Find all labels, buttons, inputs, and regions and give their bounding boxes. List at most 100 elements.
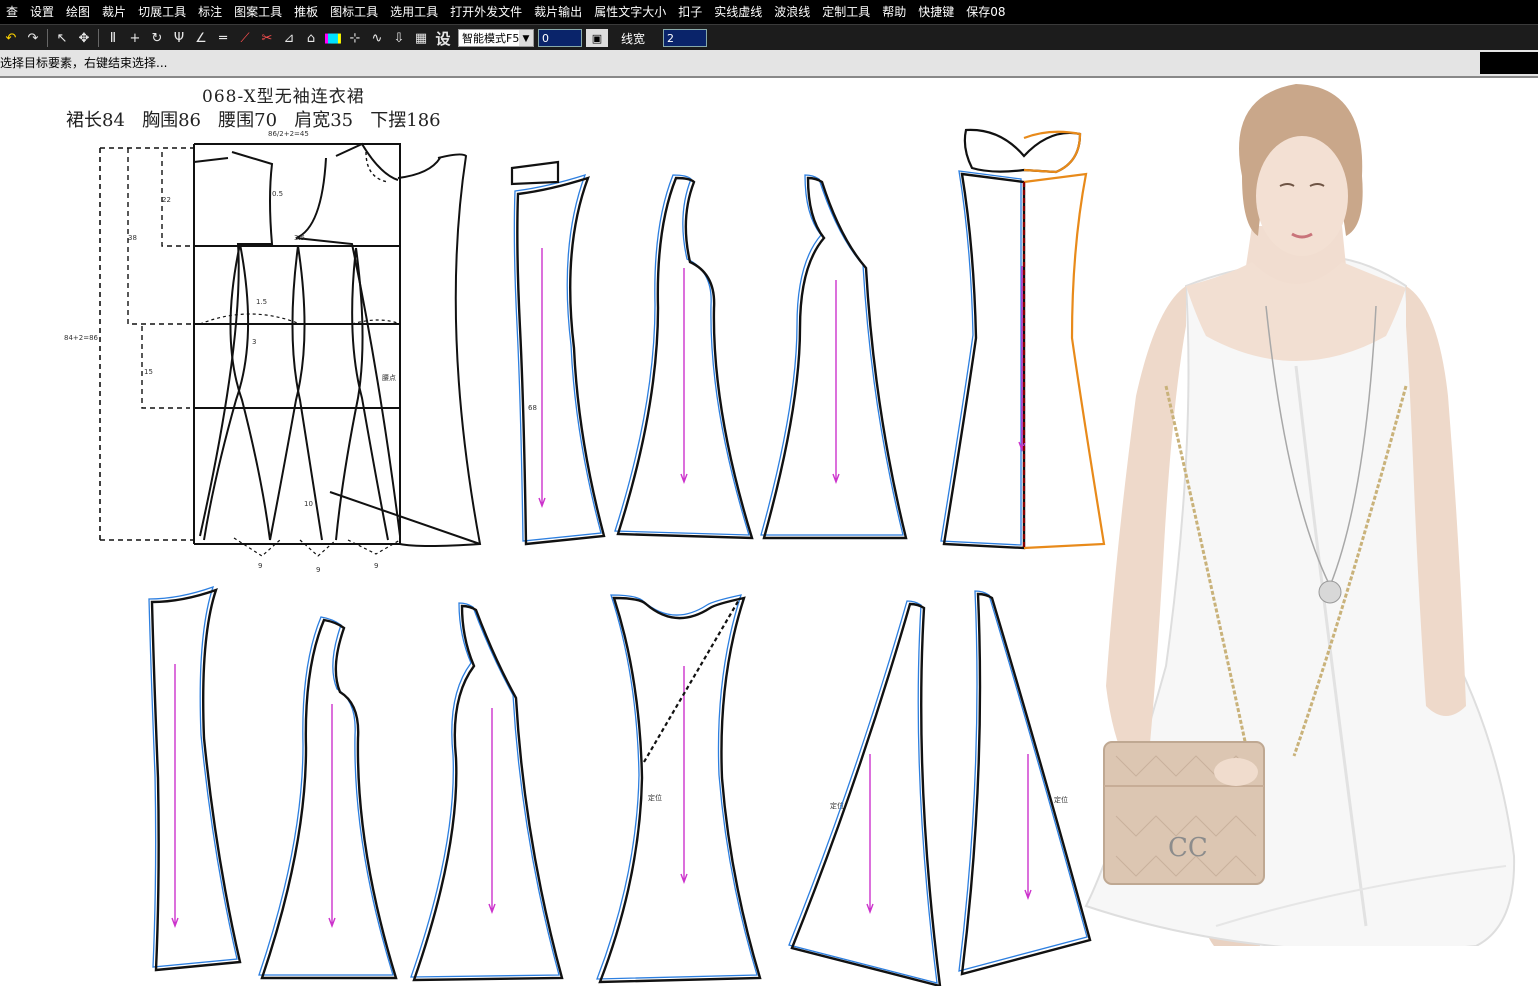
select-arrow-icon[interactable]: ↖ xyxy=(52,28,72,48)
draft-flare-panel xyxy=(329,153,482,547)
seam-allowance-line xyxy=(614,174,750,536)
mode-select-value: 智能模式F5 xyxy=(462,32,520,45)
pick-icon[interactable]: ▣ xyxy=(586,29,608,47)
fork-icon[interactable]: Ψ xyxy=(169,28,189,48)
draft-drawing xyxy=(99,142,482,557)
svg-text:CC: CC xyxy=(1168,833,1208,863)
draft-annotation: 9 xyxy=(316,566,320,574)
draft-dart-1 xyxy=(203,243,271,541)
pattern-pieces xyxy=(148,128,1106,986)
draft-annotation: 68 xyxy=(528,404,537,412)
menu-item-14[interactable]: 实线虚线 xyxy=(708,0,768,24)
redo-icon[interactable]: ↷ xyxy=(23,28,43,48)
rotate-icon[interactable]: ↻ xyxy=(147,28,167,48)
line-width-label: 线宽 xyxy=(621,31,646,46)
undo-icon[interactable]: ↶ xyxy=(1,28,21,48)
angle-icon[interactable]: ∠ xyxy=(191,28,211,48)
text-icon[interactable]: Ⅱ xyxy=(103,28,123,48)
menu-item-12[interactable]: 属性文字大小 xyxy=(588,0,672,24)
status-hint: 选择目标要素，右键结束选择... xyxy=(0,56,168,70)
menu-item-10[interactable]: 打开外发文件 xyxy=(444,0,528,24)
menu-bar: 查设置 绘图 裁片 切展工具 标注 图案工具 推板 图标工具 选用工具 打开外发文件 裁片输出 属性文… xyxy=(0,0,1538,24)
toolbar-separator xyxy=(47,29,48,47)
drawing-canvas[interactable]: 068-X型无袖连衣裙 裙长84 胸围86 腰围70 肩宽35 下摆186 86… xyxy=(0,78,1538,986)
toolbar-icons: ↶ ↷ ↖ ✥ Ⅱ + ↻ Ψ ∠ ═ ⟋ ✂ ⊿ ⌂ ■ ⊹ ∿ ⇩ ▦ xyxy=(0,28,432,48)
menu-item-16[interactable]: 定制工具 xyxy=(816,0,876,24)
mirror-icon[interactable]: ⟋ xyxy=(235,28,255,48)
menu-item-6[interactable]: 图案工具 xyxy=(228,0,288,24)
menu-item-9[interactable]: 选用工具 xyxy=(384,0,444,24)
menu-item-3[interactable]: 裁片 xyxy=(96,0,132,24)
parallel-icon[interactable]: ═ xyxy=(213,28,233,48)
toolbar-separator xyxy=(98,29,99,47)
draft-annotation: 84+2=86 xyxy=(64,334,99,342)
pattern-piece-9[interactable] xyxy=(790,602,942,986)
grainline-arrow xyxy=(488,708,496,914)
model-photo: CC xyxy=(1046,66,1538,946)
chevron-down-icon[interactable]: ▼ xyxy=(519,30,533,46)
arrow-down-icon[interactable]: ⇩ xyxy=(389,28,409,48)
draft-annotation: 定位 xyxy=(648,793,662,802)
menu-item-13[interactable]: 扣子 xyxy=(672,0,708,24)
grainline-arrow xyxy=(680,666,688,884)
menu-item-19[interactable]: 保存08 xyxy=(960,0,1011,24)
pattern-piece-4[interactable] xyxy=(942,172,1026,550)
draft-hip-frame xyxy=(141,326,190,409)
seam-allowance-line xyxy=(513,173,602,542)
grainline-arrow xyxy=(832,280,840,484)
seam-allowance-line xyxy=(148,585,238,968)
pattern-piece-7[interactable] xyxy=(412,604,564,982)
line-width-field[interactable]: 2 xyxy=(663,29,707,47)
hanger-icon[interactable]: ⌂ xyxy=(301,28,321,48)
pattern-piece-2[interactable] xyxy=(616,176,754,540)
seam-allowance-line xyxy=(788,600,938,984)
menu-item-17[interactable]: 帮助 xyxy=(876,0,912,24)
curve-icon[interactable]: ∿ xyxy=(367,28,387,48)
menu-item-15[interactable]: 波浪线 xyxy=(768,0,816,24)
draft-hem-dashes xyxy=(233,537,401,557)
menu-item-1[interactable]: 设置 xyxy=(24,0,60,24)
draft-annotation: 15 xyxy=(144,368,153,376)
image-icon[interactable]: ▦ xyxy=(411,28,431,48)
menu-item-8[interactable]: 图标工具 xyxy=(324,0,384,24)
draft-dart-2 xyxy=(269,245,323,541)
menu-item-4[interactable]: 切展工具 xyxy=(132,0,192,24)
mode-select[interactable]: 智能模式F5 ▼ xyxy=(458,29,534,47)
crosshair-icon[interactable]: + xyxy=(125,28,145,48)
draft-annotation: 38 xyxy=(128,234,137,242)
menu-item-7[interactable]: 推板 xyxy=(288,0,324,24)
menu-item-11[interactable]: 裁片输出 xyxy=(528,0,588,24)
measure-icon[interactable]: ⊿ xyxy=(279,28,299,48)
menu-item-2[interactable]: 绘图 xyxy=(60,0,96,24)
settings-button[interactable]: 设 xyxy=(433,28,453,48)
menu-item-5[interactable]: 标注 xyxy=(192,0,228,24)
neck-facing-piece[interactable] xyxy=(510,160,560,186)
cut-icon[interactable]: ✂ xyxy=(257,28,277,48)
color-icon[interactable]: ■ xyxy=(323,28,343,48)
draft-annotation: 1.5 xyxy=(256,298,267,306)
move-icon[interactable]: ✥ xyxy=(74,28,94,48)
draft-annotation: 0.5 xyxy=(272,190,283,198)
grainline-arrow xyxy=(866,754,874,914)
align-icon[interactable]: ⊹ xyxy=(345,28,365,48)
draft-bust-frame xyxy=(127,148,194,325)
draft-grid xyxy=(193,143,401,545)
draft-annotation: 9 xyxy=(258,562,262,570)
grainline-arrow xyxy=(328,704,336,928)
draft-annotation: 3 xyxy=(252,338,256,346)
draft-length-frame xyxy=(99,147,194,541)
draft-annotation: 9 xyxy=(374,562,378,570)
draft-annotation: 3.5 xyxy=(294,234,305,242)
seam-allowance-line xyxy=(760,174,904,536)
pattern-piece-6[interactable] xyxy=(260,618,398,980)
menu-item-0[interactable]: 查 xyxy=(0,0,24,24)
draft-annotation: 腰点 xyxy=(382,374,396,382)
pattern-piece-8[interactable] xyxy=(598,596,762,984)
grainline-arrow xyxy=(1024,754,1032,900)
grainline-arrow xyxy=(171,664,179,928)
menu-item-18[interactable]: 快捷键 xyxy=(912,0,960,24)
pattern-piece-3[interactable] xyxy=(762,176,908,540)
grainline-arrow xyxy=(538,248,546,508)
model-photo-art: CC xyxy=(1084,84,1516,946)
value-field[interactable]: 0 xyxy=(538,29,582,47)
